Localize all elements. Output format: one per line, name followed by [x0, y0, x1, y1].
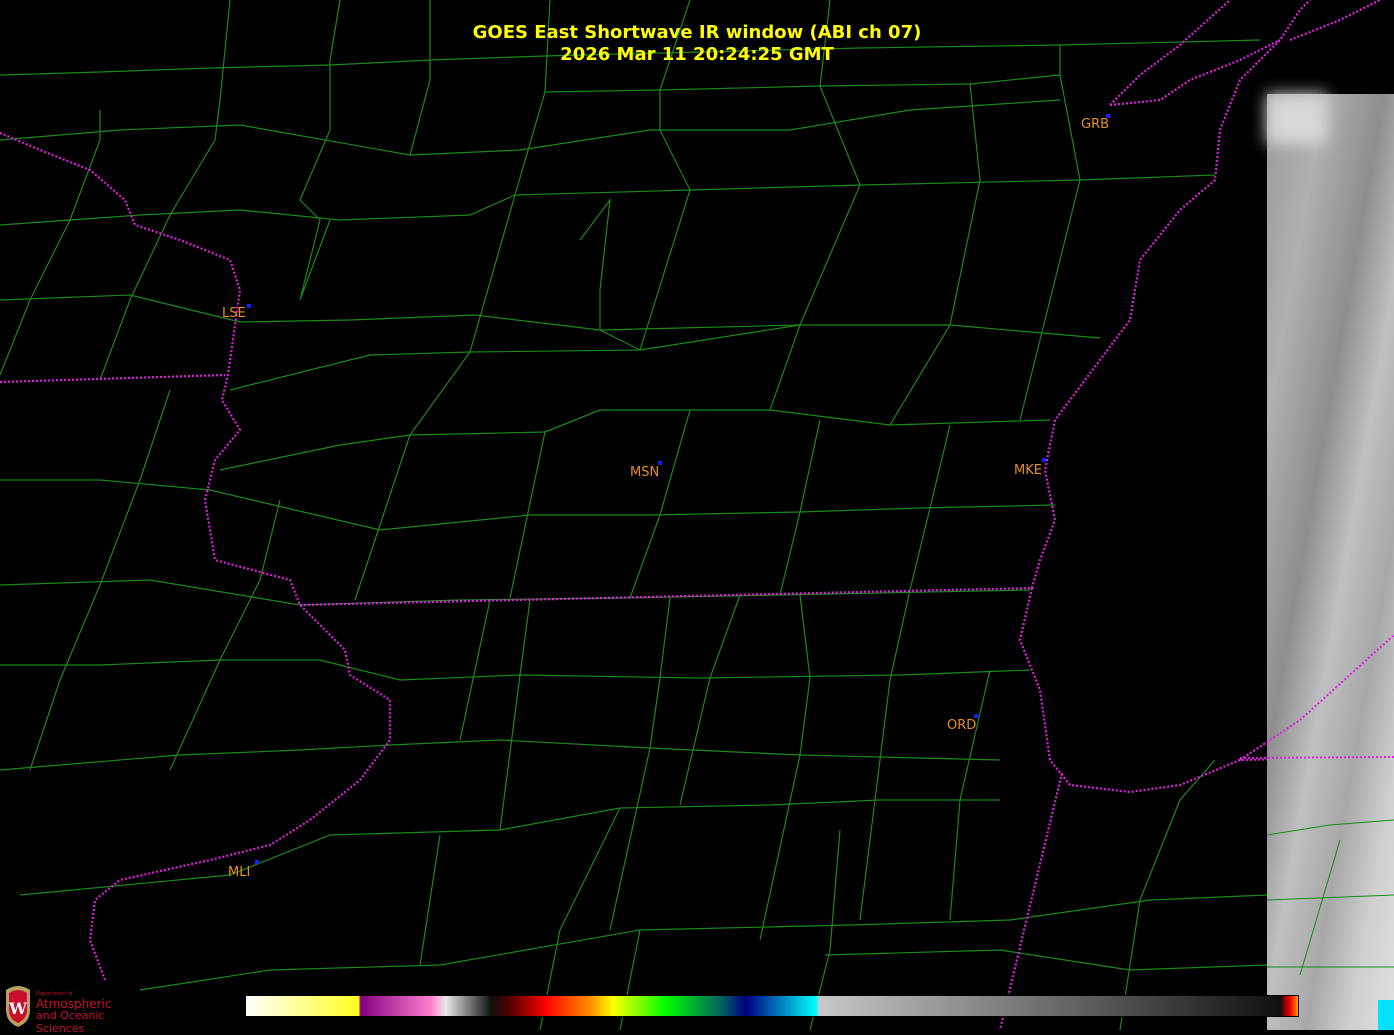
- station-label-grb: GRB: [1081, 117, 1110, 132]
- sat-overlay-borders: [1239, 634, 1394, 1030]
- uw-crest-icon: W: [6, 986, 30, 1027]
- station-dot-lse: [247, 304, 251, 308]
- image-title: GOES East Shortwave IR window (ABI ch 07…: [472, 22, 922, 43]
- image-timestamp: 2026 Mar 11 20:24:25 GMT: [560, 44, 834, 65]
- aos-logo: W Department of Atmospheric and Oceanic …: [2, 982, 152, 1035]
- station-label-mke: MKE: [1014, 463, 1042, 478]
- station-dot-mli: [255, 860, 259, 864]
- station-label-msn: MSN: [630, 465, 660, 480]
- temperature-colorbar: [245, 995, 1299, 1017]
- station-label-mli: MLI: [228, 865, 251, 880]
- station-label-ord: ORD: [947, 718, 977, 733]
- station-dot-mke: [1042, 458, 1046, 462]
- station-label-lse: LSE: [222, 306, 246, 321]
- svg-text:W: W: [8, 999, 28, 1018]
- logo-line2: and Oceanic Sciences: [36, 1009, 105, 1035]
